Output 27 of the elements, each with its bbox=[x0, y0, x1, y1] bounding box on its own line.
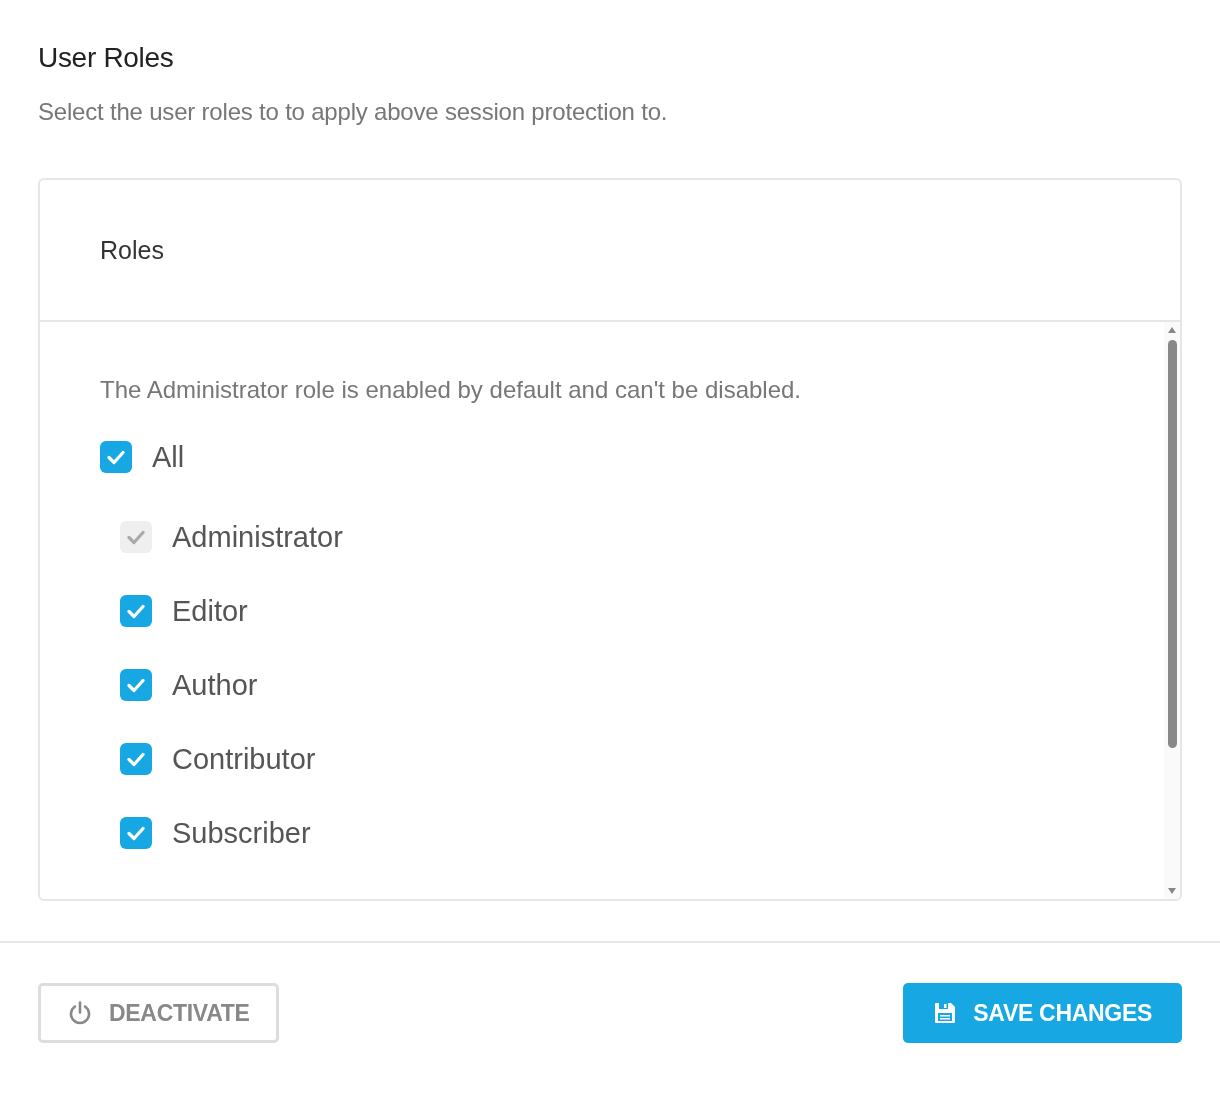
checkbox[interactable] bbox=[120, 743, 152, 775]
checkbox[interactable] bbox=[100, 441, 132, 473]
checkbox-label: Administrator bbox=[172, 520, 343, 554]
checkbox-label: Editor bbox=[172, 594, 248, 628]
scroll-down-icon[interactable] bbox=[1167, 887, 1177, 895]
checkmark-icon bbox=[127, 529, 145, 545]
power-icon bbox=[67, 1000, 93, 1026]
scroll-up-icon[interactable] bbox=[1167, 326, 1177, 334]
deactivate-button[interactable]: DEACTIVATE bbox=[38, 983, 279, 1043]
checkbox-label: All bbox=[152, 440, 185, 474]
checkbox-label: Author bbox=[172, 668, 258, 702]
checkbox-label: Subscriber bbox=[172, 816, 311, 850]
section-description: Select the user roles to to apply above session protection to. bbox=[38, 98, 669, 126]
card-title: Roles bbox=[100, 235, 164, 265]
checkmark-icon bbox=[127, 825, 145, 841]
checkmark-icon bbox=[107, 449, 125, 465]
section-title: User Roles bbox=[38, 42, 175, 75]
checkmark-icon bbox=[127, 603, 145, 619]
checkmark-icon bbox=[127, 677, 145, 693]
checkbox-label: Contributor bbox=[172, 742, 316, 776]
info-text: The Administrator role is enabled by default and can't be disabled. bbox=[100, 376, 802, 404]
checkbox[interactable] bbox=[120, 817, 152, 849]
checkbox[interactable] bbox=[120, 669, 152, 701]
scrollbar[interactable] bbox=[1164, 322, 1180, 899]
checkbox[interactable] bbox=[120, 595, 152, 627]
checkmark-icon bbox=[127, 751, 145, 767]
save-changes-button[interactable]: SAVE CHANGES bbox=[903, 983, 1182, 1043]
